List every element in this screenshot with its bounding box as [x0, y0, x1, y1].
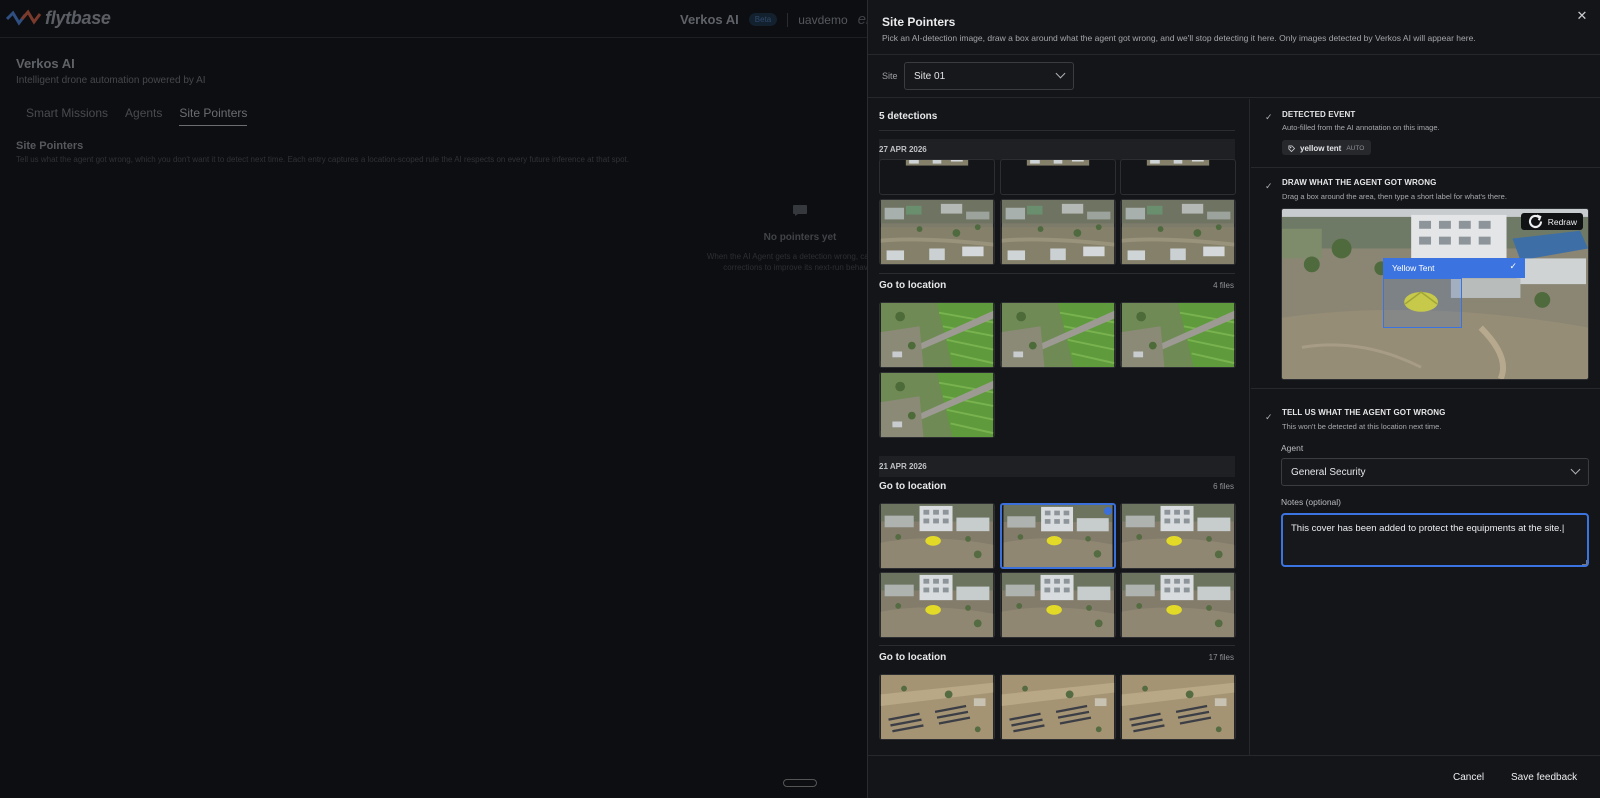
- group-file-count: 4 files: [1213, 281, 1234, 290]
- box-label-input[interactable]: Yellow Tent ✓: [1383, 258, 1525, 278]
- detection-thumbnail[interactable]: [879, 674, 995, 740]
- flytbase-logo: flytbase: [6, 8, 111, 29]
- drawer-footer: Cancel Save feedback: [868, 755, 1600, 798]
- detection-thumbnail[interactable]: [1000, 572, 1116, 638]
- feedback-form: ✓ DETECTED EVENT Auto-filled from the AI…: [1251, 99, 1600, 755]
- divider: [879, 273, 1235, 274]
- group-file-count: 17 files: [1208, 653, 1234, 662]
- date-label: 27 APR 2026: [879, 145, 927, 154]
- close-icon[interactable]: ✕: [1575, 9, 1589, 23]
- confirm-check-icon[interactable]: ✓: [1509, 261, 1517, 272]
- chevron-down-icon: [1055, 68, 1066, 79]
- check-icon: ✓: [1265, 112, 1273, 122]
- detection-thumbnail[interactable]: [1000, 199, 1116, 265]
- divider: [879, 130, 1235, 131]
- redraw-button[interactable]: Redraw: [1520, 213, 1583, 230]
- detection-thumbnail[interactable]: [879, 302, 995, 368]
- org-name[interactable]: uavdemo: [798, 13, 847, 27]
- chevron-down-icon: [1570, 464, 1581, 475]
- notes-textarea[interactable]: This cover has been added to protect the…: [1281, 513, 1589, 567]
- save-feedback-button[interactable]: Save feedback: [1511, 772, 1577, 783]
- date-label: 21 APR 2026: [879, 462, 927, 471]
- drawer-subtitle: Pick an AI-detection image, draw a box a…: [882, 33, 1476, 43]
- selected-indicator: [1104, 507, 1112, 515]
- page-title: Verkos AI: [16, 56, 75, 71]
- textarea-resize-handle[interactable]: [1582, 560, 1587, 565]
- detection-thumbnail[interactable]: [879, 572, 995, 638]
- site-selector-row: Site Site 01: [868, 56, 1600, 98]
- detection-thumbnail[interactable]: [1120, 199, 1236, 265]
- bounding-box[interactable]: [1383, 278, 1462, 328]
- detection-thumbnail[interactable]: [1000, 302, 1116, 368]
- agent-select[interactable]: General Security: [1281, 458, 1589, 486]
- tag-icon: [1288, 145, 1295, 152]
- scroll-pill: [783, 779, 817, 787]
- detected-tag-label: yellow tent: [1300, 144, 1342, 153]
- flytbase-logo-icon: [6, 8, 42, 26]
- detection-thumbnail[interactable]: [879, 159, 995, 195]
- divider: [1251, 388, 1600, 389]
- detection-thumbnail[interactable]: [879, 503, 995, 569]
- cancel-button[interactable]: Cancel: [1453, 772, 1484, 783]
- section-description: Tell us what the agent got wrong, which …: [16, 155, 629, 164]
- detection-thumbnail[interactable]: [1120, 503, 1236, 569]
- group-title: Go to location: [879, 280, 947, 291]
- annotation-canvas[interactable]: Redraw Yellow Tent ✓: [1281, 208, 1589, 380]
- check-icon: ✓: [1265, 412, 1273, 422]
- group-title: Go to location: [879, 652, 947, 663]
- tab-site-pointers[interactable]: Site Pointers: [179, 106, 248, 126]
- group-title: Go to location: [879, 481, 947, 492]
- detection-thumbnail[interactable]: [1120, 302, 1236, 368]
- site-label: Site: [882, 71, 898, 81]
- divider: [1251, 167, 1600, 168]
- agent-select-value: General Security: [1291, 467, 1366, 478]
- detections-count: 5 detections: [879, 111, 938, 122]
- step-feedback-desc: This won't be detected at this location …: [1282, 422, 1442, 431]
- site-select[interactable]: Site 01: [904, 62, 1074, 90]
- step-detected-event-desc: Auto-filled from the AI annotation on th…: [1282, 123, 1440, 132]
- step-draw-desc: Drag a box around the area, then type a …: [1282, 192, 1507, 201]
- beta-badge: Beta: [748, 13, 778, 26]
- step-feedback-title: TELL US WHAT THE AGENT GOT WRONG: [1282, 408, 1446, 417]
- main-tabs: Smart Missions Agents Site Pointers: [26, 106, 248, 126]
- page-subtitle: Intelligent drone automation powered by …: [16, 75, 206, 86]
- detection-thumbnail[interactable]: [1000, 159, 1116, 195]
- detections-gallery[interactable]: 5 detections 27 APR 2026 Go to location …: [868, 99, 1250, 755]
- tab-smart-missions[interactable]: Smart Missions: [26, 106, 108, 126]
- detection-thumbnail[interactable]: [1000, 674, 1116, 740]
- logo-text: flytbase: [45, 8, 111, 28]
- redraw-icon: [1528, 214, 1542, 228]
- step-detected-event-title: DETECTED EVENT: [1282, 110, 1356, 119]
- notes-label: Notes (optional): [1281, 497, 1342, 507]
- date-header: 27 APR 2026: [879, 139, 1235, 160]
- drawer-title: Site Pointers: [882, 15, 956, 29]
- site-select-value: Site 01: [914, 71, 946, 82]
- detection-thumbnail[interactable]: [879, 199, 995, 265]
- box-label-text: Yellow Tent: [1392, 263, 1435, 273]
- check-icon: ✓: [1265, 181, 1273, 191]
- detection-thumbnail-selected[interactable]: [1000, 503, 1116, 569]
- detection-thumbnail[interactable]: [1120, 674, 1236, 740]
- date-header: 21 APR 2026: [879, 456, 1235, 477]
- section-title: Site Pointers: [16, 140, 84, 152]
- site-pointers-drawer: Site Pointers Pick an AI-detection image…: [867, 0, 1600, 798]
- notes-value: This cover has been added to protect the…: [1291, 523, 1562, 534]
- divider: [879, 645, 1235, 646]
- divider: [787, 12, 789, 27]
- auto-badge: AUTO: [1346, 145, 1365, 152]
- chat-bubble-icon: [793, 205, 807, 216]
- detection-thumbnail[interactable]: [879, 372, 995, 438]
- drawer-header: Site Pointers Pick an AI-detection image…: [868, 0, 1600, 55]
- detection-thumbnail[interactable]: [1120, 572, 1236, 638]
- agent-label: Agent: [1281, 443, 1304, 453]
- brand-name: Verkos AI: [680, 12, 739, 27]
- step-draw-title: DRAW WHAT THE AGENT GOT WRONG: [1282, 178, 1437, 187]
- group-file-count: 6 files: [1213, 482, 1234, 491]
- detected-tag-chip: yellow tent AUTO: [1282, 140, 1372, 155]
- detection-thumbnail[interactable]: [1120, 159, 1236, 195]
- redraw-label: Redraw: [1547, 216, 1577, 227]
- tab-agents[interactable]: Agents: [125, 106, 162, 126]
